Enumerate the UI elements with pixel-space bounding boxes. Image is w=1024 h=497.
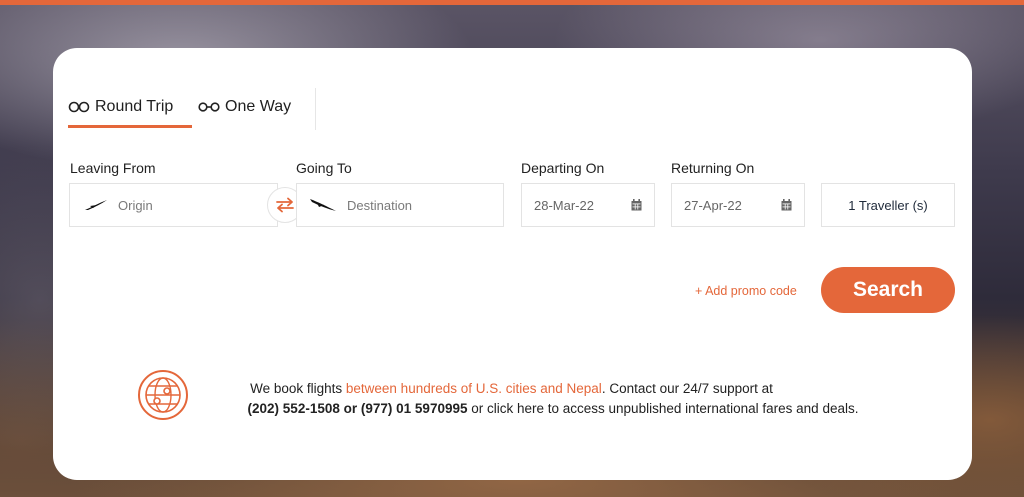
top-accent-stripe — [0, 0, 1024, 5]
destination-placeholder: Destination — [347, 197, 413, 213]
cities-link[interactable]: between hundreds of U.S. cities and Nepa… — [346, 381, 602, 396]
going-to-label: Going To — [296, 160, 352, 176]
swap-arrows-icon — [276, 197, 294, 213]
trip-type-tabs: Round Trip One Way — [68, 88, 318, 132]
travellers-select[interactable]: 1 Traveller (s) — [821, 183, 955, 227]
flight-search-card: Round Trip One Way Leaving From Going To… — [53, 48, 972, 480]
support-text: . Contact our 24/7 support at — [601, 381, 773, 396]
departing-on-label: Departing On — [521, 160, 605, 176]
calendar-icon — [631, 199, 642, 211]
one-way-icon — [198, 101, 220, 112]
destination-input[interactable]: Destination — [296, 183, 504, 227]
add-promo-code-link[interactable]: + Add promo code — [695, 284, 797, 298]
returning-date-input[interactable]: 27-Apr-22 — [671, 183, 805, 227]
returning-date-value: 27-Apr-22 — [684, 197, 742, 213]
round-trip-icon — [68, 101, 90, 112]
search-button[interactable]: Search — [821, 267, 955, 313]
tab-round-trip-label: Round Trip — [95, 97, 174, 115]
unpublished-fares-text: or click here to access unpublished inte… — [467, 401, 859, 416]
takeoff-icon — [85, 200, 107, 210]
leaving-from-label: Leaving From — [70, 160, 156, 176]
globe-flights-icon — [138, 370, 188, 420]
returning-on-label: Returning On — [671, 160, 755, 176]
info-text-line-2: (202) 552-1508 or (977) 01 5970995 or cl… — [213, 401, 893, 416]
tab-one-way-label: One Way — [225, 97, 292, 115]
departing-date-input[interactable]: 28-Mar-22 — [521, 183, 655, 227]
info-text-line-1: We book flights between hundreds of U.S.… — [213, 381, 810, 396]
tab-one-way[interactable]: One Way — [198, 88, 291, 125]
landing-icon — [310, 199, 336, 211]
us-phone-number[interactable]: (202) 552-1508 — [248, 401, 340, 416]
origin-input[interactable]: Origin — [69, 183, 278, 227]
nepal-phone-number[interactable]: (977) 01 5970995 — [361, 401, 468, 416]
or-text: or — [343, 401, 358, 416]
travellers-value: 1 Traveller (s) — [848, 197, 928, 213]
info-intro-text: We book flights — [250, 381, 346, 396]
origin-placeholder: Origin — [118, 197, 153, 213]
calendar-icon — [781, 199, 792, 211]
tab-round-trip[interactable]: Round Trip — [68, 88, 192, 128]
tabs-divider — [315, 88, 316, 130]
departing-date-value: 28-Mar-22 — [534, 197, 594, 213]
